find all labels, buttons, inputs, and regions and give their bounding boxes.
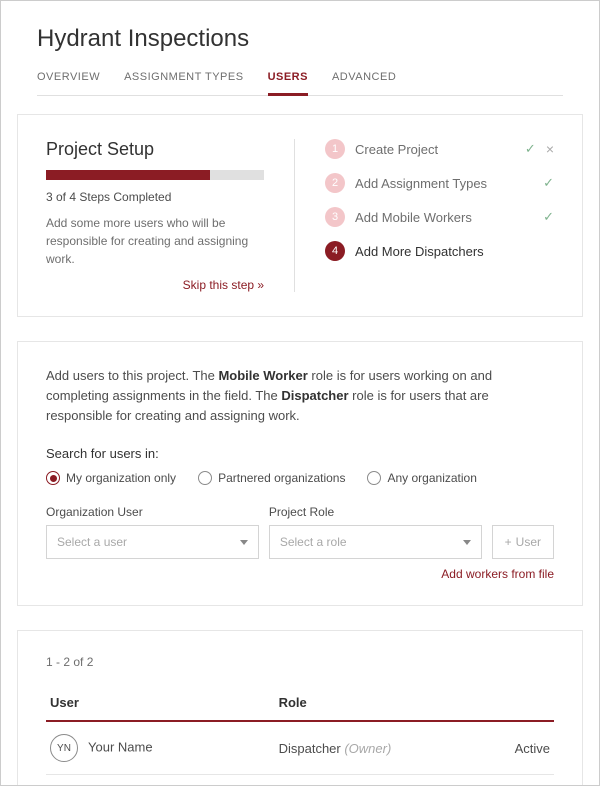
step-number-badge: 3 [325, 207, 345, 227]
tabs: OVERVIEW ASSIGNMENT TYPES USERS ADVANCED [37, 71, 563, 96]
tab-advanced[interactable]: ADVANCED [332, 71, 396, 95]
close-icon[interactable]: × [546, 141, 554, 157]
setup-step-4: 4 Add More Dispatchers [325, 241, 554, 261]
check-icon: ✓ [543, 209, 554, 225]
vertical-divider [294, 139, 295, 292]
radio-icon [367, 471, 381, 485]
table-row: YNYour NameMobile Worker ⓧ [46, 775, 554, 785]
setup-step-1: 1 Create Project ✓ × [325, 139, 554, 159]
search-scope-label: Search for users in: [46, 446, 554, 461]
page-title: Hydrant Inspections [37, 25, 563, 53]
setup-step-3: 3 Add Mobile Workers ✓ [325, 207, 554, 227]
setup-title: Project Setup [46, 139, 264, 160]
chevron-down-icon [463, 540, 471, 545]
setup-step-list: 1Create Project✓×2Add Assignment Types✓3… [325, 139, 554, 261]
project-setup-card: Project Setup 3 of 4 Steps Completed Add… [17, 114, 583, 317]
table-row: YN Your Name Dispatcher (Owner) Active [46, 721, 554, 775]
tab-users[interactable]: USERS [268, 71, 308, 96]
radio-any-organization[interactable]: Any organization [367, 471, 476, 485]
check-icon: ✓ [525, 141, 536, 157]
setup-hint: Add some more users who will be responsi… [46, 214, 264, 268]
radio-partnered-organizations[interactable]: Partnered organizations [198, 471, 345, 485]
users-form-card: Add users to this project. The Mobile Wo… [17, 341, 583, 606]
tab-assignment-types[interactable]: ASSIGNMENT TYPES [124, 71, 243, 95]
role-suffix: (Owner) [344, 741, 391, 756]
step-label: Add Assignment Types [355, 176, 533, 191]
steps-completed-text: 3 of 4 Steps Completed [46, 190, 264, 204]
project-role-select[interactable]: Select a role [269, 525, 482, 559]
check-icon: ✓ [543, 175, 554, 191]
step-number-badge: 4 [325, 241, 345, 261]
radio-my-organization-only[interactable]: My organization only [46, 471, 176, 485]
radio-icon [46, 471, 60, 485]
step-label: Create Project [355, 142, 515, 157]
step-number-badge: 2 [325, 173, 345, 193]
skip-step-link[interactable]: Skip this step » [46, 278, 264, 292]
org-user-select[interactable]: Select a user [46, 525, 259, 559]
mobile-worker-bold: Mobile Worker [218, 368, 307, 383]
avatar: YN [50, 734, 78, 762]
pagination-count: 1 - 2 of 2 [46, 655, 554, 669]
radio-label: Partnered organizations [218, 471, 345, 485]
add-workers-from-file-link[interactable]: Add workers from file [46, 567, 554, 581]
user-role: Dispatcher [279, 741, 345, 756]
search-scope-radios: My organization only Partnered organizati… [46, 471, 554, 485]
project-role-label: Project Role [269, 505, 482, 519]
chevron-down-icon [240, 540, 248, 545]
users-table-card: 1 - 2 of 2 User Role YN Your Name Dispatch… [17, 630, 583, 785]
remove-user-icon[interactable]: ⓧ [494, 775, 554, 785]
step-label: Add More Dispatchers [355, 244, 554, 259]
user-name: Your Name [88, 740, 153, 755]
radio-icon [198, 471, 212, 485]
user-status: Active [494, 721, 554, 775]
project-role-placeholder: Select a role [280, 535, 347, 549]
users-intro-text: Add users to this project. The Mobile Wo… [46, 366, 554, 426]
radio-label: My organization only [66, 471, 176, 485]
step-label: Add Mobile Workers [355, 210, 533, 225]
add-user-button-label: User [516, 535, 541, 549]
intro-text-1: Add users to this project. The [46, 368, 218, 383]
col-role: Role [275, 685, 494, 721]
dispatcher-bold: Dispatcher [281, 388, 348, 403]
step-number-badge: 1 [325, 139, 345, 159]
setup-step-2: 2 Add Assignment Types ✓ [325, 173, 554, 193]
add-user-button[interactable]: + User [492, 525, 554, 559]
plus-icon: + [505, 535, 512, 549]
org-user-label: Organization User [46, 505, 259, 519]
radio-label: Any organization [387, 471, 476, 485]
tab-overview[interactable]: OVERVIEW [37, 71, 100, 95]
col-user: User [46, 685, 275, 721]
progress-fill [46, 170, 210, 180]
users-table: User Role YN Your Name Dispatcher (Owner) A… [46, 685, 554, 785]
org-user-placeholder: Select a user [57, 535, 127, 549]
progress-bar [46, 170, 264, 180]
